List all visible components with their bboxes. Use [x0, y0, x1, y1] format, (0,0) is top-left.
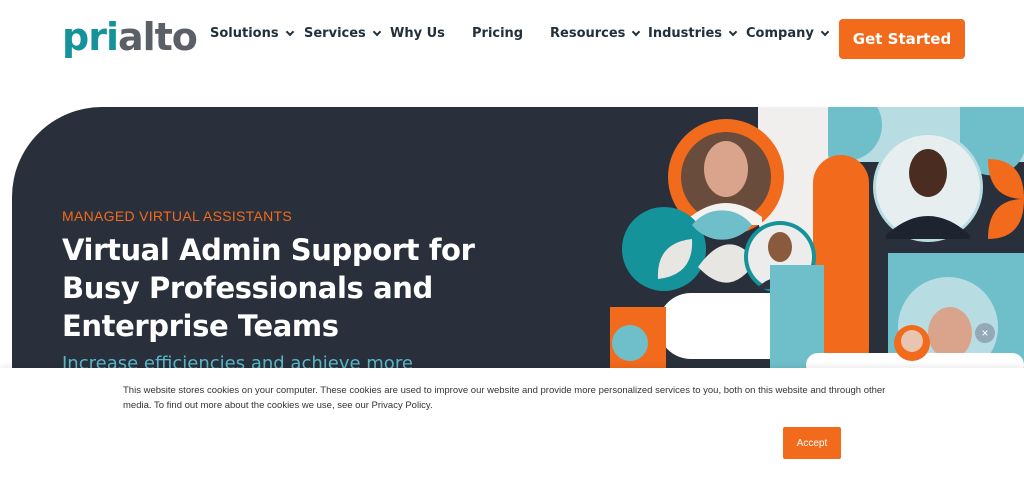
nav-resources[interactable]: Resources — [550, 26, 641, 41]
chevron-down-icon — [372, 27, 382, 37]
nav-why-us-label: Why Us — [390, 26, 445, 41]
hero-collage-image — [610, 107, 1024, 377]
nav-company[interactable]: Company — [746, 26, 830, 41]
hero-eyebrow: MANAGED VIRTUAL ASSISTANTS — [62, 208, 293, 224]
nav-why-us[interactable]: Why Us — [390, 26, 445, 41]
site-header: prialto Solutions Services Why Us Pricin… — [0, 0, 1024, 80]
accept-cookies-button[interactable]: Accept — [783, 427, 841, 459]
nav-services-label: Services — [304, 26, 366, 41]
nav-pricing[interactable]: Pricing — [472, 26, 523, 41]
cookie-banner: This website stores cookies on your comp… — [0, 368, 1024, 477]
nav-company-label: Company — [746, 26, 814, 41]
prialto-logo[interactable]: prialto — [62, 15, 198, 59]
chevron-down-icon — [728, 27, 738, 37]
nav-solutions[interactable]: Solutions — [210, 26, 294, 41]
nav-industries[interactable]: Industries — [648, 26, 738, 41]
cookie-message: This website stores cookies on your comp… — [123, 385, 886, 411]
chevron-down-icon — [285, 27, 294, 37]
nav-resources-label: Resources — [550, 26, 626, 41]
logo-text-pri: pri — [62, 15, 119, 59]
page: prialto Solutions Services Why Us Pricin… — [0, 0, 1024, 477]
nav-solutions-label: Solutions — [210, 26, 279, 41]
logo-text-alto: alto — [117, 15, 198, 59]
nav-pricing-label: Pricing — [472, 26, 524, 41]
nav-services[interactable]: Services — [304, 26, 382, 41]
hero-headline: Virtual Admin Support for Busy Professio… — [62, 233, 475, 343]
close-icon[interactable]: × — [975, 323, 995, 343]
nav-industries-label: Industries — [648, 26, 723, 41]
get-started-button[interactable]: Get Started — [839, 19, 965, 59]
chevron-down-icon — [820, 27, 830, 37]
hero-section: MANAGED VIRTUAL ASSISTANTS Virtual Admin… — [12, 107, 1024, 377]
chevron-down-icon — [632, 27, 641, 37]
